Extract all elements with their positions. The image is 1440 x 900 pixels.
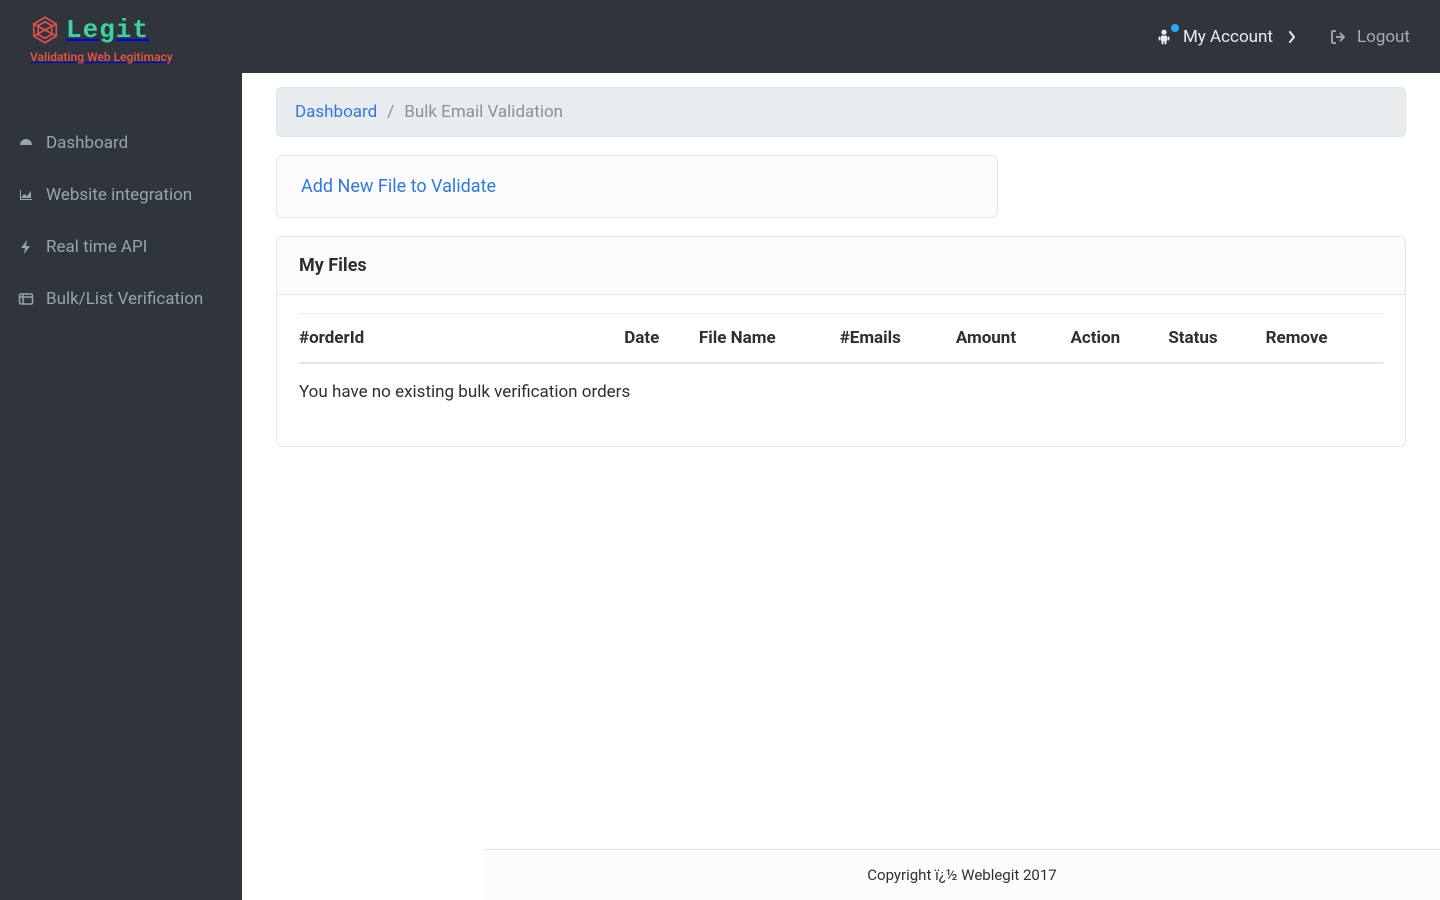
logout-link[interactable]: Logout: [1329, 27, 1410, 47]
col-status: Status: [1168, 314, 1265, 364]
sidebar-item-label: Website integration: [46, 185, 192, 205]
files-table: #orderId Date File Name #Emails Amount A…: [299, 313, 1383, 414]
list-icon: [18, 291, 34, 307]
notification-dot-icon: [1171, 24, 1179, 32]
main-content: Dashboard / Bulk Email Validation Add Ne…: [242, 73, 1440, 900]
sidebar-item-bulk-verification[interactable]: Bulk/List Verification: [0, 273, 242, 325]
breadcrumb: Dashboard / Bulk Email Validation: [276, 87, 1406, 137]
panel-title: My Files: [277, 237, 1405, 295]
header-nav: My Account Logout: [1155, 27, 1410, 47]
user-icon: [1155, 28, 1173, 46]
breadcrumb-separator: /: [387, 102, 394, 122]
col-action: Action: [1071, 314, 1169, 364]
col-date: Date: [624, 314, 699, 364]
add-file-card: Add New File to Validate: [276, 155, 998, 218]
logout-icon: [1329, 28, 1347, 46]
sidebar-item-label: Real time API: [46, 237, 147, 257]
page-footer: Copyright ï¿½ Weblegit 2017: [484, 849, 1440, 900]
my-files-panel: My Files #orderId Date File Name #Emails…: [276, 236, 1406, 447]
copyright-text: Copyright ï¿½ Weblegit 2017: [867, 866, 1056, 884]
col-emails: #Emails: [840, 314, 956, 364]
col-remove: Remove: [1266, 314, 1383, 364]
chart-area-icon: [18, 187, 34, 203]
chevron-right-icon: [1283, 28, 1301, 46]
bolt-icon: [18, 239, 34, 255]
col-order-id: #orderId: [299, 314, 624, 364]
logout-label: Logout: [1357, 27, 1410, 47]
empty-message: You have no existing bulk verification o…: [299, 363, 1383, 414]
sidebar-item-dashboard[interactable]: Dashboard: [0, 117, 242, 169]
sidebar-item-label: Dashboard: [46, 133, 128, 153]
brand-logo[interactable]: Legit Validating Web Legitimacy: [30, 15, 173, 63]
col-file-name: File Name: [699, 314, 840, 364]
logo-icon: [30, 15, 60, 45]
sidebar-item-realtime-api[interactable]: Real time API: [0, 221, 242, 273]
breadcrumb-current: Bulk Email Validation: [404, 102, 563, 122]
sidebar-item-label: Bulk/List Verification: [46, 289, 203, 309]
my-account-label: My Account: [1183, 27, 1273, 47]
add-new-file-link[interactable]: Add New File to Validate: [301, 176, 496, 197]
gauge-icon: [18, 135, 34, 151]
brand-tagline: Validating Web Legitimacy: [30, 51, 173, 63]
my-account-menu[interactable]: My Account: [1155, 27, 1301, 47]
brand-name: Legit: [66, 17, 149, 43]
app-header: Legit Validating Web Legitimacy My Accou…: [0, 0, 1440, 73]
col-amount: Amount: [956, 314, 1071, 364]
breadcrumb-root-link[interactable]: Dashboard: [295, 102, 377, 122]
table-empty-row: You have no existing bulk verification o…: [299, 363, 1383, 414]
sidebar: Dashboard Website integration Real time …: [0, 73, 242, 900]
sidebar-item-website-integration[interactable]: Website integration: [0, 169, 242, 221]
